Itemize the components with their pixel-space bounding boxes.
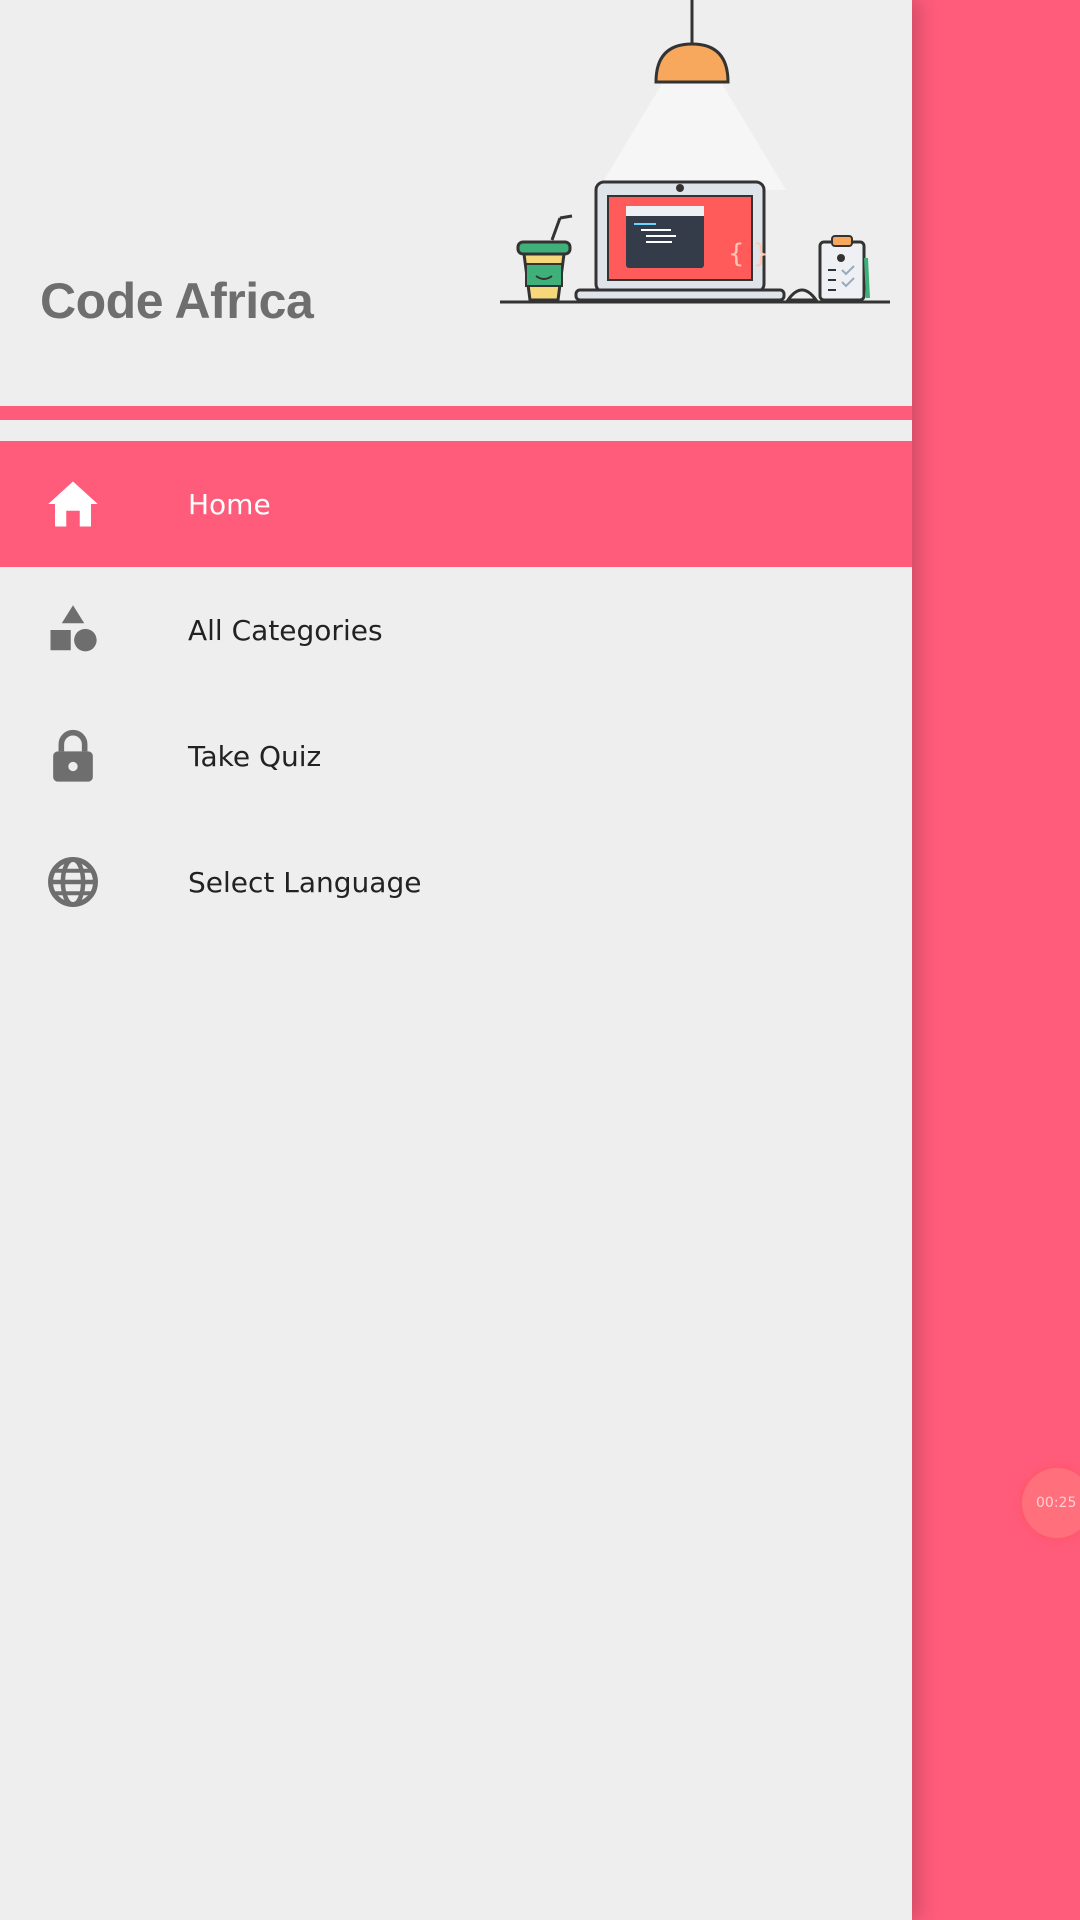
shapes-icon bbox=[44, 601, 102, 659]
menu-item-label: Take Quiz bbox=[188, 739, 322, 773]
svg-text:{ }: { } bbox=[728, 239, 769, 269]
globe-icon bbox=[44, 853, 102, 911]
drawer-header: Code Africa { } bbox=[0, 0, 912, 406]
home-icon bbox=[44, 475, 102, 533]
app-title: Code Africa bbox=[40, 273, 314, 329]
header-divider-stripe bbox=[0, 406, 912, 420]
menu-item-home[interactable]: Home bbox=[0, 441, 912, 567]
menu-item-take-quiz[interactable]: Take Quiz bbox=[0, 693, 912, 819]
menu-item-label: Home bbox=[188, 487, 271, 521]
menu-item-label: All Categories bbox=[188, 613, 383, 647]
menu-item-label: Select Language bbox=[188, 865, 422, 899]
navigation-drawer: Code Africa { } Home All Categories Take… bbox=[0, 0, 912, 1920]
menu-item-select-language[interactable]: Select Language bbox=[0, 819, 912, 945]
workspace-illustration: { } bbox=[500, 0, 890, 304]
menu-item-all-categories[interactable]: All Categories bbox=[0, 567, 912, 693]
lock-icon bbox=[44, 727, 102, 785]
